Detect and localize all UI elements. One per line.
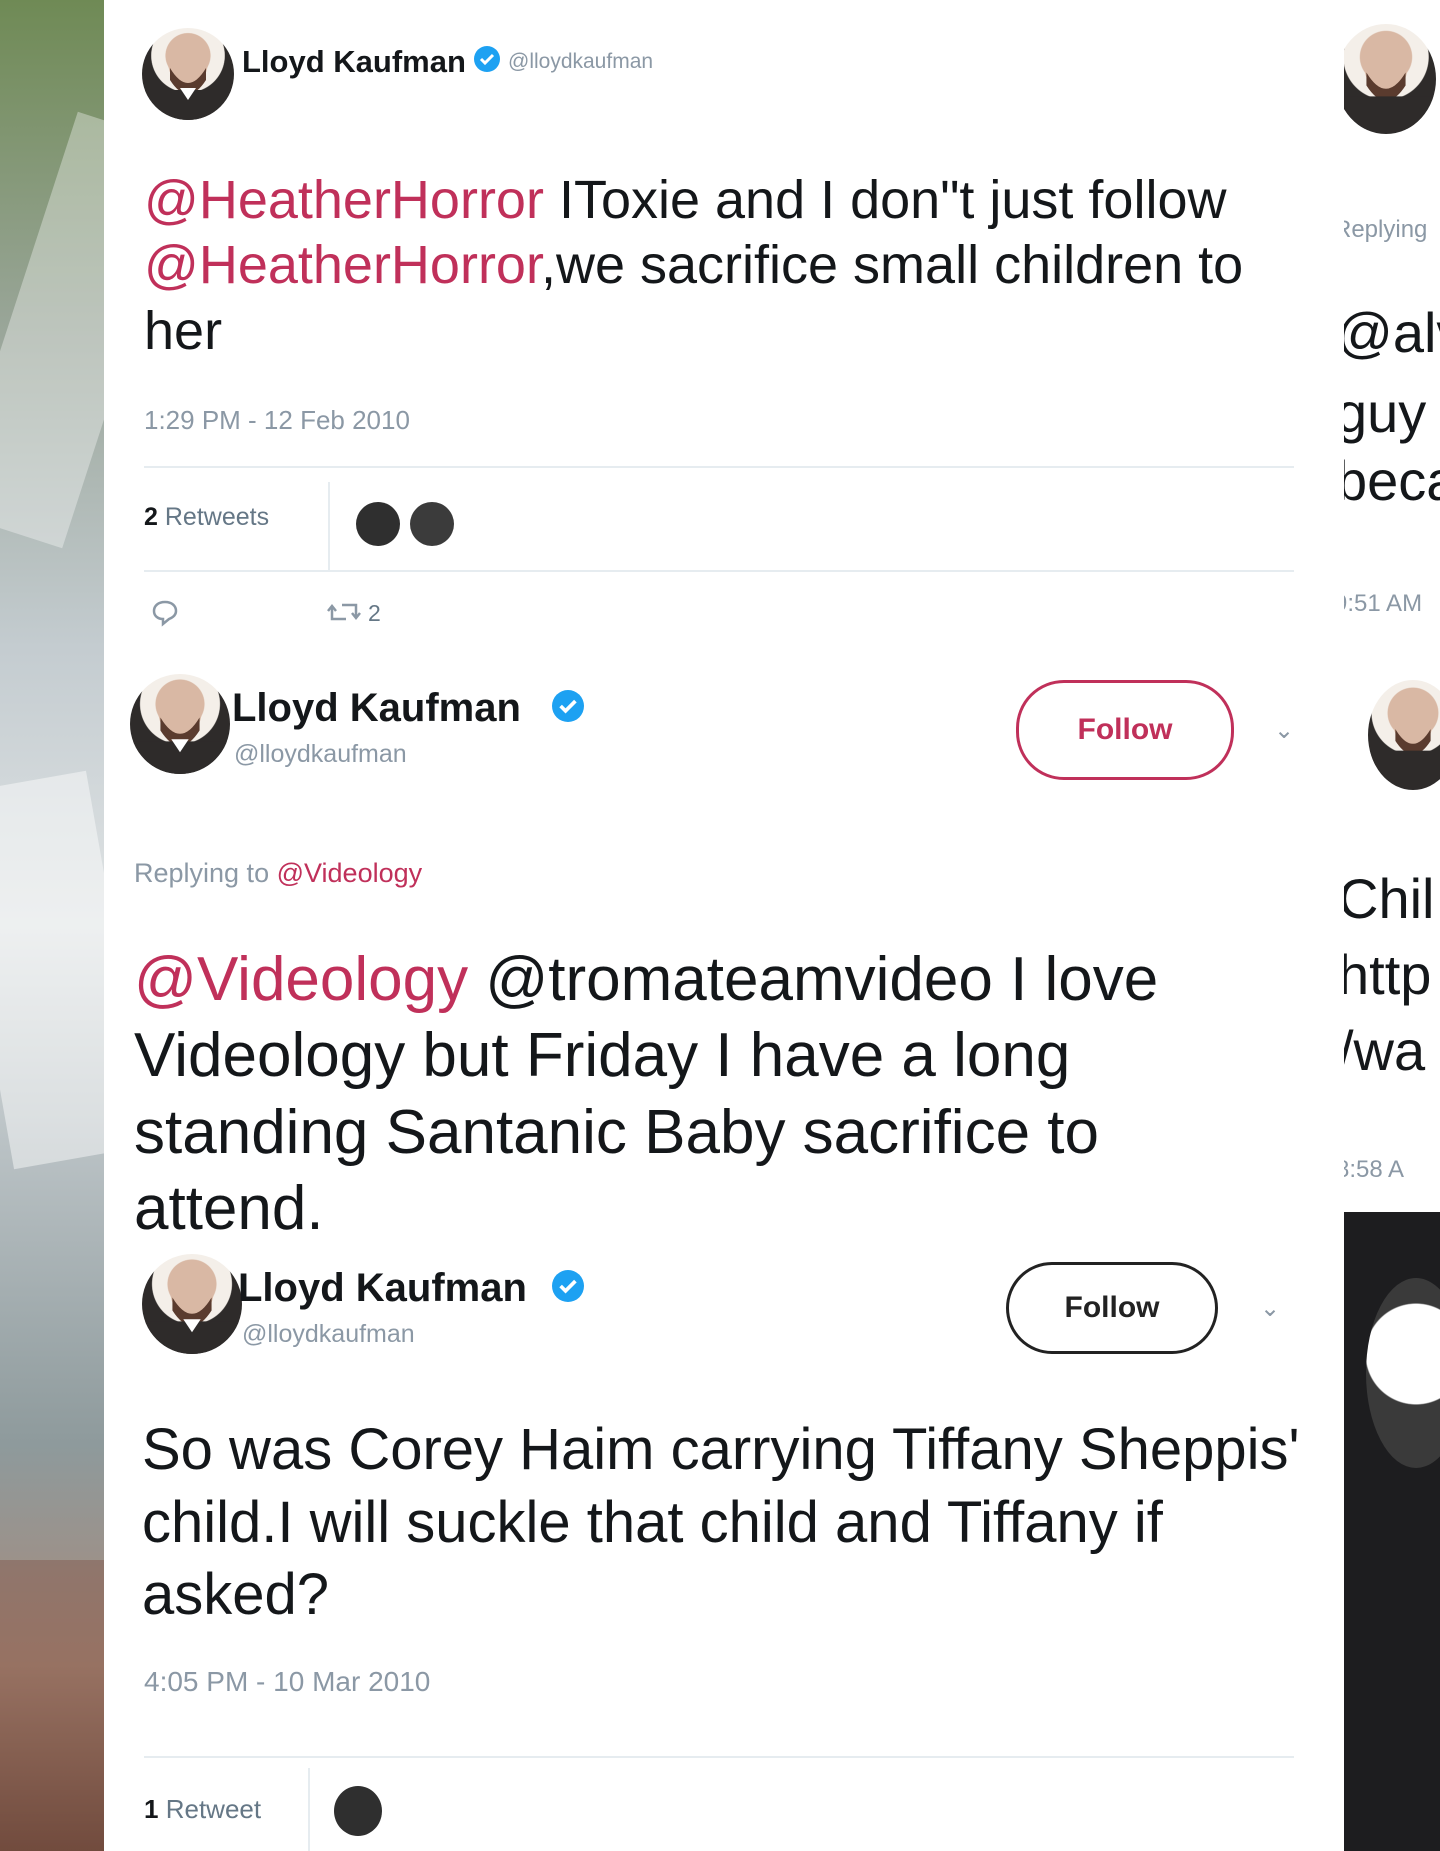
retweeter-avatar[interactable] [410, 502, 454, 546]
tweet-timestamp[interactable]: 1:29 PM - 12 Feb 2010 [144, 405, 410, 436]
tweet-timestamp[interactable]: 8:58 A [1344, 1156, 1404, 1184]
tweet-3: Lloyd Kaufman @lloydkaufman Follow ⌄ So … [104, 1220, 1344, 1851]
tweet-text-line: @alv [1344, 301, 1440, 364]
avatar[interactable] [130, 674, 230, 774]
tweet-timestamp[interactable]: 9:51 AM [1344, 590, 1422, 618]
tweet-text-line: beca [1344, 449, 1440, 512]
retweets-count[interactable]: 2 Retweets [144, 503, 269, 532]
separator [328, 482, 330, 570]
author-handle[interactable]: @lloydkaufman [508, 50, 653, 74]
follow-button[interactable]: Follow [1016, 680, 1234, 780]
avatar[interactable] [1368, 680, 1440, 790]
adjacent-tweets-column: Replying @alv guy beca 9:51 AM Chil http… [1344, 0, 1440, 1851]
verified-badge-icon [552, 690, 584, 722]
chevron-down-icon[interactable]: ⌄ [1274, 716, 1294, 745]
avatar[interactable] [1366, 1278, 1440, 1468]
chevron-down-icon[interactable]: ⌄ [1260, 1294, 1280, 1323]
verified-badge-icon [552, 1270, 584, 1302]
background-photo [0, 0, 104, 1851]
tweet-text: @HeatherHorror IToxie and I don"t just f… [144, 168, 1284, 364]
mention-link[interactable]: @Videology [134, 945, 468, 1014]
tweet-text-line: /wa [1344, 1019, 1426, 1082]
tweet-text-line: Chil [1344, 867, 1435, 930]
retweeter-avatar[interactable] [334, 1786, 382, 1836]
tweet-1: Lloyd Kaufman @lloydkaufman @HeatherHorr… [104, 0, 1344, 640]
reply-handle-link[interactable]: @Videology [277, 858, 423, 888]
follow-button[interactable]: Follow [1006, 1262, 1218, 1354]
divider [144, 1756, 1294, 1758]
avatar[interactable] [142, 1254, 242, 1354]
author-name[interactable]: Lloyd Kaufman [232, 686, 521, 731]
tweet-timestamp[interactable]: 4:05 PM - 10 Mar 2010 [144, 1666, 430, 1698]
replying-to: Replying to @Videology [134, 858, 423, 888]
tweet-text-line: guy [1344, 381, 1427, 444]
dark-tweet-card [1344, 1212, 1440, 1851]
retweet-icon[interactable] [326, 597, 362, 627]
tweet-text: So was Corey Haim carrying Tiffany Shepp… [142, 1417, 1300, 1627]
divider [144, 466, 1294, 468]
separator [308, 1768, 310, 1851]
author-name[interactable]: Lloyd Kaufman [238, 1266, 527, 1311]
retweeter-avatar[interactable] [356, 502, 400, 546]
divider [144, 570, 1294, 572]
avatar[interactable] [142, 28, 234, 120]
mention-link[interactable]: @HeatherHorror [144, 235, 541, 295]
reply-icon[interactable] [150, 597, 180, 627]
verified-badge-icon [474, 46, 500, 72]
tweet-text-line: http [1344, 943, 1432, 1006]
avatar[interactable] [1344, 24, 1436, 134]
mention-link[interactable]: @HeatherHorror [144, 170, 544, 230]
retweet-action-count: 2 [368, 600, 381, 626]
tweet-2: Lloyd Kaufman @lloydkaufman Follow ⌄ Rep… [104, 640, 1344, 1243]
tweet-text-part: IToxie and I don"t just follow [543, 170, 1227, 230]
retweets-count[interactable]: 1 Retweet [144, 1794, 261, 1825]
author-handle[interactable]: @lloydkaufman [242, 1320, 415, 1349]
author-name[interactable]: Lloyd Kaufman [242, 44, 466, 80]
author-handle[interactable]: @lloydkaufman [234, 740, 407, 769]
tweets-column: Lloyd Kaufman @lloydkaufman @HeatherHorr… [104, 0, 1344, 1851]
replying-to: Replying [1344, 216, 1428, 243]
tweet-text: @Videology @tromateamvideo I love Videol… [134, 942, 1294, 1247]
